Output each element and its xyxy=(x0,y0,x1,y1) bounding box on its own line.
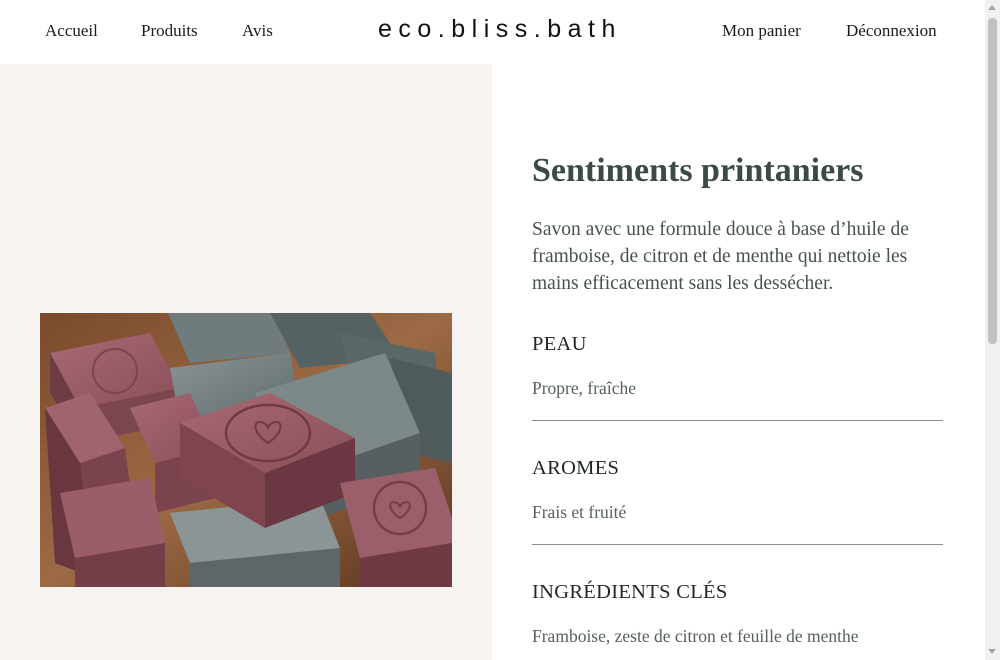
product-image xyxy=(40,313,452,587)
page-scrollbar[interactable] xyxy=(985,0,1000,660)
product-description: Savon avec une formule douce à base d’hu… xyxy=(532,219,909,294)
section-value-peau: Propre, fraîche xyxy=(532,378,636,398)
product-title: Sentiments printaniers xyxy=(532,152,864,189)
nav-produits[interactable]: Produits xyxy=(141,21,198,41)
section-heading-aromes: AROMES xyxy=(532,457,620,479)
nav-accueil[interactable]: Accueil xyxy=(45,21,98,41)
scroll-up-arrow-icon[interactable] xyxy=(988,5,996,10)
section-value-ingredients: Framboise, zeste de citron et feuille de… xyxy=(532,626,859,646)
site-header: Accueil Produits Avis eco.bliss.bath Mon… xyxy=(0,0,985,64)
nav-deconnexion[interactable]: Déconnexion xyxy=(846,21,937,41)
section-value-aromes: Frais et fruité xyxy=(532,502,627,522)
nav-avis[interactable]: Avis xyxy=(242,21,273,41)
section-heading-peau: PEAU xyxy=(532,333,587,355)
brand-logo[interactable]: eco.bliss.bath xyxy=(378,15,622,44)
scroll-down-arrow-icon[interactable] xyxy=(988,649,996,654)
scroll-thumb[interactable] xyxy=(988,18,997,344)
divider xyxy=(532,420,943,421)
section-heading-ingredients: INGRÉDIENTS CLÉS xyxy=(532,581,728,603)
nav-mon-panier[interactable]: Mon panier xyxy=(722,21,801,41)
divider xyxy=(532,544,943,545)
